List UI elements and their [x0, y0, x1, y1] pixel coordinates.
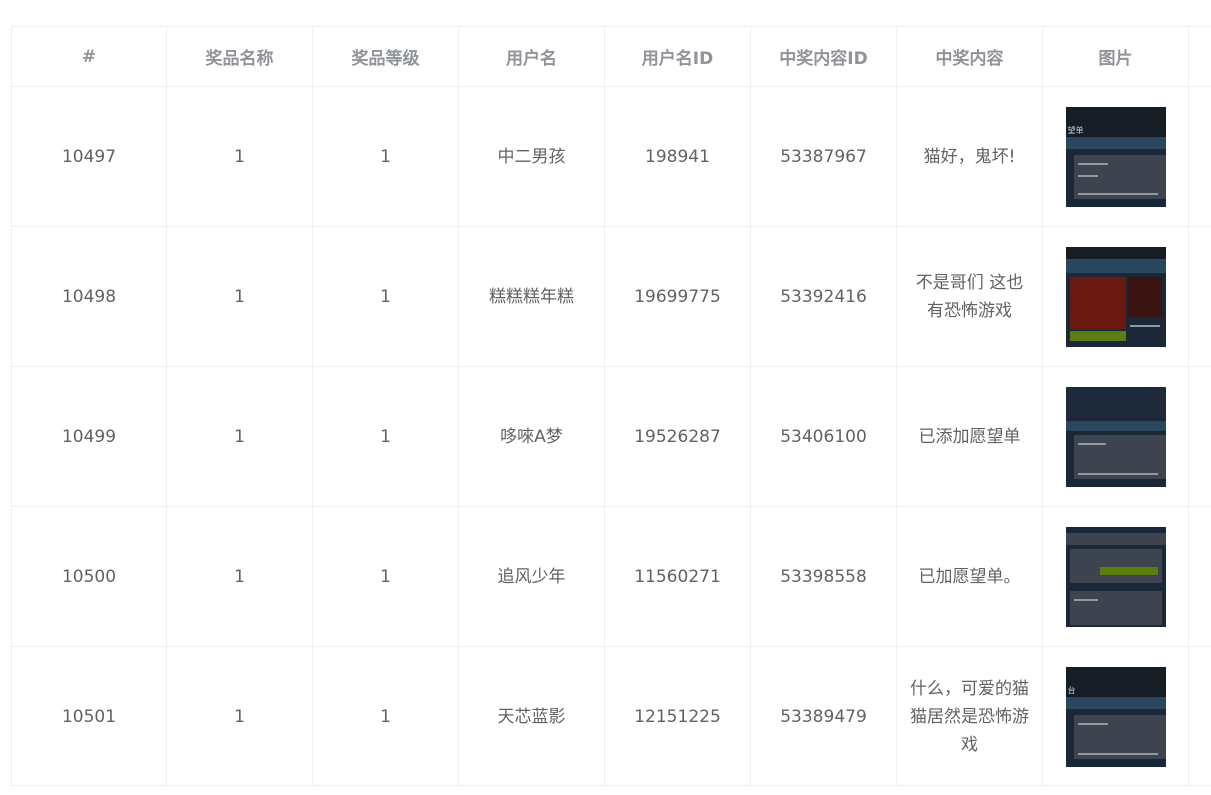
table-row: 10500 1 1 追风少年 11560271 53398558 已加愿望单。 [11, 506, 1211, 647]
thumb-nav [1065, 696, 1166, 709]
screenshot-thumbnail[interactable] [1065, 386, 1166, 487]
thumb-header [1065, 246, 1166, 259]
cell-prize-level: 1 [312, 506, 459, 647]
cell-prize-level: 1 [312, 86, 459, 227]
cell-prize-name: 1 [166, 86, 313, 227]
thumb-nav [1065, 532, 1166, 545]
cell-content-id: 53387967 [750, 86, 897, 227]
cell-actions [1188, 506, 1211, 647]
thumb-buy-bar [1099, 566, 1158, 575]
thumb-header [1065, 386, 1166, 421]
thumb-game-art [1069, 276, 1126, 329]
cell-prize-name: 1 [166, 226, 313, 367]
thumb-nav [1065, 258, 1166, 273]
cell-image: 台 [1042, 646, 1189, 786]
table-row: 10498 1 1 糕糕糕年糕 19699775 53392416 不是哥们 这… [11, 226, 1211, 367]
cell-index: 10498 [11, 226, 167, 367]
cell-index: 10500 [11, 506, 167, 647]
column-header-content: 中奖内容 [896, 26, 1043, 87]
thumb-panel [1069, 590, 1162, 625]
column-header-prize-level: 奖品等级 [312, 26, 459, 87]
cell-actions [1188, 646, 1211, 786]
thumb-nav [1065, 136, 1166, 149]
cell-content-id: 53392416 [750, 226, 897, 367]
cell-username: 天芯蓝影 [458, 646, 605, 786]
prize-table-container: # 奖品名称 奖品等级 用户名 用户名ID 中奖内容ID 中奖内容 图片 104… [11, 26, 1211, 786]
column-header-username: 用户名 [458, 26, 605, 87]
thumb-panel [1069, 548, 1162, 583]
cell-content: 已添加愿望单 [896, 366, 1043, 507]
cell-prize-level: 1 [312, 226, 459, 367]
thumb-nav [1065, 420, 1166, 431]
column-header-actions [1188, 26, 1211, 87]
thumb-line [1077, 442, 1106, 445]
thumb-line [1077, 752, 1158, 755]
thumb-line [1077, 722, 1108, 725]
cell-username: 哆唻A梦 [458, 366, 605, 507]
cell-image [1042, 226, 1189, 367]
cell-image [1042, 506, 1189, 647]
cell-username: 中二男孩 [458, 86, 605, 227]
screenshot-thumbnail[interactable]: 望单 [1065, 106, 1166, 207]
prize-winners-table: # 奖品名称 奖品等级 用户名 用户名ID 中奖内容ID 中奖内容 图片 104… [11, 26, 1211, 786]
table-header-row: # 奖品名称 奖品等级 用户名 用户名ID 中奖内容ID 中奖内容 图片 [11, 26, 1211, 87]
cell-index: 10499 [11, 366, 167, 507]
thumb-buy-bar [1069, 330, 1126, 341]
cell-prize-name: 1 [166, 506, 313, 647]
cell-prize-name: 1 [166, 646, 313, 786]
column-header-index: # [11, 26, 167, 87]
screenshot-thumbnail[interactable]: 台 [1065, 666, 1166, 767]
thumb-line [1129, 324, 1160, 327]
cell-image [1042, 366, 1189, 507]
cell-content: 什么，可爱的猫猫居然是恐怖游戏 [896, 646, 1043, 786]
cell-user-id: 19526287 [604, 366, 751, 507]
cell-actions [1188, 366, 1211, 507]
thumb-header [1065, 666, 1166, 697]
thumb-line [1077, 472, 1158, 475]
table-row: 10501 1 1 天芯蓝影 12151225 53389479 什么，可爱的猫… [11, 646, 1211, 786]
cell-user-id: 11560271 [604, 506, 751, 647]
screenshot-thumbnail[interactable] [1065, 246, 1166, 347]
column-header-user-id: 用户名ID [604, 26, 751, 87]
thumb-line [1077, 174, 1098, 177]
thumb-line [1077, 162, 1108, 165]
table-row: 10497 1 1 中二男孩 198941 53387967 猫好，鬼坏! 望单 [11, 86, 1211, 227]
cell-content-id: 53406100 [750, 366, 897, 507]
cell-actions [1188, 226, 1211, 367]
cell-content-id: 53398558 [750, 506, 897, 647]
cell-index: 10497 [11, 86, 167, 227]
cell-image: 望单 [1042, 86, 1189, 227]
cell-content-id: 53389479 [750, 646, 897, 786]
screenshot-thumbnail[interactable] [1065, 526, 1166, 627]
thumb-line [1077, 192, 1158, 195]
thumb-side-art [1127, 276, 1162, 317]
table-row: 10499 1 1 哆唻A梦 19526287 53406100 已添加愿望单 [11, 366, 1211, 507]
column-header-image: 图片 [1042, 26, 1189, 87]
cell-user-id: 12151225 [604, 646, 751, 786]
cell-content: 已加愿望单。 [896, 506, 1043, 647]
thumb-line [1073, 598, 1098, 601]
cell-content: 不是哥们 这也有恐怖游戏 [896, 226, 1043, 367]
cell-prize-level: 1 [312, 646, 459, 786]
table-bottom-border [11, 785, 1211, 786]
cell-actions [1188, 86, 1211, 227]
cell-prize-level: 1 [312, 366, 459, 507]
cell-index: 10501 [11, 646, 167, 786]
column-header-prize-name: 奖品名称 [166, 26, 313, 87]
cell-user-id: 198941 [604, 86, 751, 227]
cell-username: 追风少年 [458, 506, 605, 647]
cell-user-id: 19699775 [604, 226, 751, 367]
cell-prize-name: 1 [166, 366, 313, 507]
cell-content: 猫好，鬼坏! [896, 86, 1043, 227]
column-header-content-id: 中奖内容ID [750, 26, 897, 87]
cell-username: 糕糕糕年糕 [458, 226, 605, 367]
